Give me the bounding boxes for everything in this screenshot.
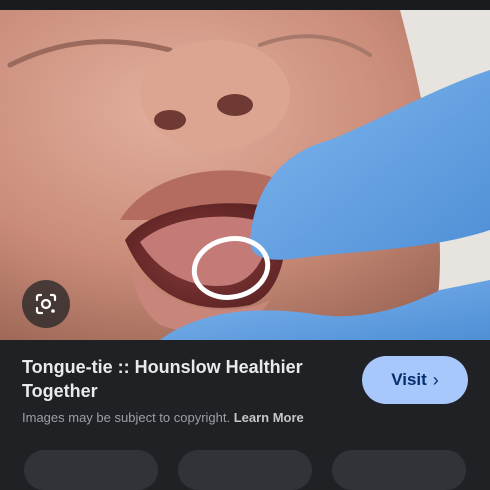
copyright-notice: Images may be subject to copyright. Lear… [22,410,304,425]
top-edge-bar [0,0,490,10]
save-button[interactable] [178,450,312,490]
visit-label: Visit [391,370,427,389]
google-lens-icon [35,293,57,315]
share-button[interactable] [24,450,158,490]
action-bar [0,450,490,490]
more-button[interactable] [332,450,466,490]
copyright-text: Images may be subject to copyright. [22,410,234,425]
result-image[interactable] [0,10,490,340]
baby-mouth-photo [0,10,490,340]
visit-button[interactable]: Visit › [362,356,468,404]
result-title[interactable]: Tongue-tie :: Hounslow Healthier Togethe… [22,355,342,403]
chevron-right-icon: › [432,369,439,390]
google-lens-button[interactable] [22,280,70,328]
learn-more-link[interactable]: Learn More [234,410,304,425]
